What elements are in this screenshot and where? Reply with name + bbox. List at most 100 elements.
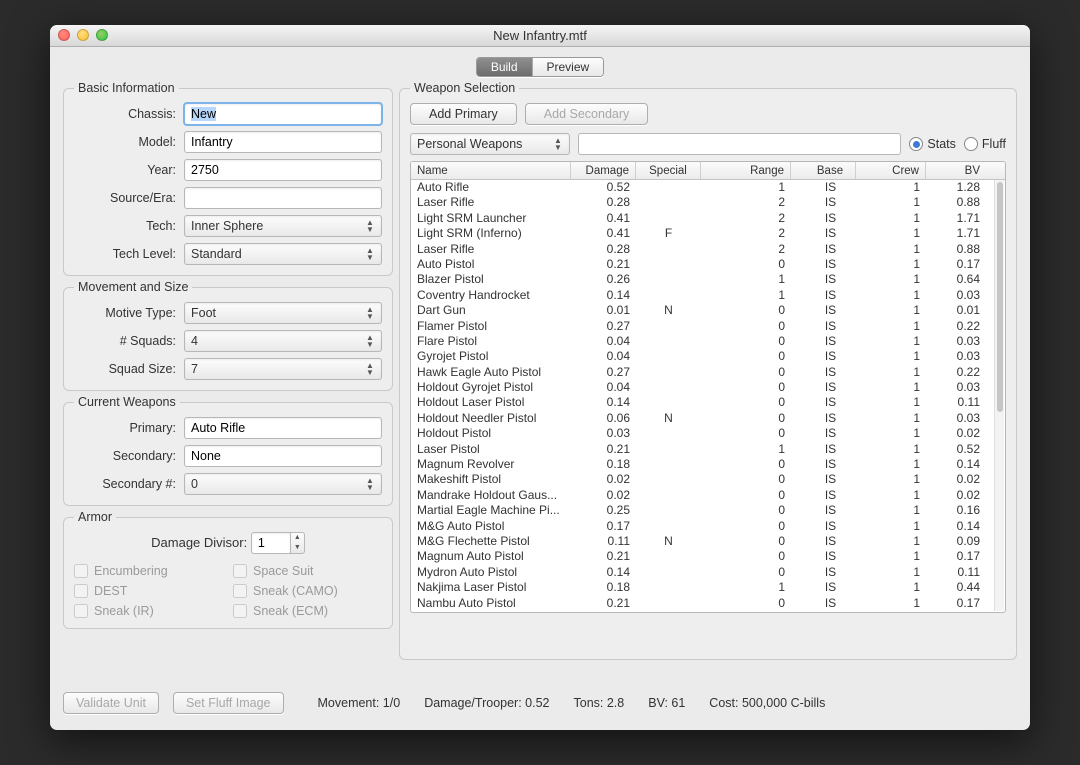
year-input[interactable]	[184, 159, 382, 181]
cb-sneak-ir[interactable]: Sneak (IR)	[74, 604, 223, 618]
chevron-up-icon[interactable]: ▲	[291, 533, 304, 543]
table-row[interactable]: Light SRM (Inferno)0.41F2IS11.71	[411, 226, 993, 241]
stat-cost: Cost: 500,000 C-bills	[709, 696, 825, 710]
table-row[interactable]: Nambu Auto Pistol0.210IS10.17	[411, 596, 993, 611]
divisor-stepper[interactable]: ▲▼	[251, 532, 305, 554]
movement-group: Movement and Size Motive Type:Foot▲▼ # S…	[63, 280, 393, 391]
right-column: Weapon Selection Add Primary Add Seconda…	[399, 81, 1017, 660]
table-row[interactable]: Laser Pistol0.211IS10.52	[411, 442, 993, 457]
tab-preview[interactable]: Preview	[533, 58, 604, 76]
primary-label: Primary:	[74, 421, 184, 435]
scrollbar[interactable]	[994, 180, 1004, 611]
source-input[interactable]	[184, 187, 382, 209]
validate-button[interactable]: Validate Unit	[63, 692, 159, 714]
radio-fluff[interactable]: Fluff	[964, 137, 1006, 151]
minimize-icon[interactable]	[77, 29, 89, 41]
table-row[interactable]: M&G Auto Pistol0.170IS10.14	[411, 519, 993, 534]
stepper-buttons[interactable]: ▲▼	[291, 532, 305, 554]
squadsize-select[interactable]: 7▲▼	[184, 358, 382, 380]
zoom-icon[interactable]	[96, 29, 108, 41]
table-row[interactable]: Laser Rifle0.282IS10.88	[411, 242, 993, 257]
table-row[interactable]: Light SRM Launcher0.412IS11.71	[411, 211, 993, 226]
secondary-input[interactable]	[184, 445, 382, 467]
table-row[interactable]: Auto Rifle0.521IS11.28	[411, 180, 993, 195]
weapon-category-select[interactable]: Personal Weapons▲▼	[410, 133, 570, 155]
chevron-down-icon[interactable]: ▼	[291, 543, 304, 553]
weapon-legend: Weapon Selection	[410, 81, 519, 95]
weapon-search-input[interactable]	[578, 133, 901, 155]
table-row[interactable]: Makeshift Pistol0.020IS10.02	[411, 472, 993, 487]
armor-group: Armor Damage Divisor: ▲▼ Encumbering Spa…	[63, 510, 393, 629]
cb-space-suit[interactable]: Space Suit	[233, 564, 382, 578]
table-row[interactable]: M&G Flechette Pistol0.11N0IS10.09	[411, 534, 993, 549]
table-row[interactable]: Dart Gun0.01N0IS10.01	[411, 303, 993, 318]
motive-label: Motive Type:	[74, 306, 184, 320]
table-row[interactable]: Holdout Pistol0.030IS10.02	[411, 426, 993, 441]
table-row[interactable]: Flare Pistol0.040IS10.03	[411, 334, 993, 349]
radio-stats[interactable]: Stats	[909, 137, 956, 151]
table-row[interactable]: Nakjima Laser Pistol0.181IS10.44	[411, 580, 993, 595]
chevron-updown-icon: ▲▼	[363, 246, 377, 262]
table-row[interactable]: Holdout Needler Pistol0.06N0IS10.03	[411, 411, 993, 426]
table-body[interactable]: Auto Rifle0.521IS11.28Laser Rifle0.282IS…	[411, 180, 993, 612]
add-primary-button[interactable]: Add Primary	[410, 103, 517, 125]
divisor-input[interactable]	[251, 532, 291, 554]
squads-label: # Squads:	[74, 334, 184, 348]
table-row[interactable]: Martial Eagle Machine Pi...0.250IS10.16	[411, 503, 993, 518]
window-title: New Infantry.mtf	[493, 28, 587, 43]
tech-label: Tech:	[74, 219, 184, 233]
model-input[interactable]	[184, 131, 382, 153]
secnum-label: Secondary #:	[74, 477, 184, 491]
cb-sneak-camo[interactable]: Sneak (CAMO)	[233, 584, 382, 598]
techlevel-select[interactable]: Standard▲▼	[184, 243, 382, 265]
col-name[interactable]: Name	[411, 162, 571, 179]
basic-info-legend: Basic Information	[74, 81, 179, 95]
table-row[interactable]: Magnum Auto Pistol0.210IS10.17	[411, 549, 993, 564]
table-row[interactable]: Mandrake Holdout Gaus...0.020IS10.02	[411, 488, 993, 503]
col-bv[interactable]: BV	[926, 162, 986, 179]
table-row[interactable]: Mydron Auto Pistol0.140IS10.11	[411, 565, 993, 580]
col-damage[interactable]: Damage	[571, 162, 636, 179]
chevron-updown-icon: ▲▼	[363, 305, 377, 321]
motive-select[interactable]: Foot▲▼	[184, 302, 382, 324]
stat-tons: Tons: 2.8	[574, 696, 625, 710]
col-special[interactable]: Special	[636, 162, 701, 179]
chevron-updown-icon: ▲▼	[363, 218, 377, 234]
stat-movement: Movement: 1/0	[318, 696, 401, 710]
close-icon[interactable]	[58, 29, 70, 41]
table-row[interactable]: Hawk Eagle Auto Pistol0.270IS10.22	[411, 365, 993, 380]
stat-dpt: Damage/Trooper: 0.52	[424, 696, 549, 710]
cb-dest[interactable]: DEST	[74, 584, 223, 598]
weapon-table: Name Damage Special Range Base Crew BV A…	[410, 161, 1006, 613]
table-row[interactable]: Laser Rifle0.282IS10.88	[411, 195, 993, 210]
table-row[interactable]: Holdout Gyrojet Pistol0.040IS10.03	[411, 380, 993, 395]
cb-sneak-ecm[interactable]: Sneak (ECM)	[233, 604, 382, 618]
col-base[interactable]: Base	[791, 162, 856, 179]
cb-encumbering[interactable]: Encumbering	[74, 564, 223, 578]
current-weapons-group: Current Weapons Primary: Secondary: Seco…	[63, 395, 393, 506]
squads-select[interactable]: 4▲▼	[184, 330, 382, 352]
fluff-image-button[interactable]: Set Fluff Image	[173, 692, 284, 714]
table-row[interactable]: Blazer Pistol0.261IS10.64	[411, 272, 993, 287]
table-row[interactable]: Gyrojet Pistol0.040IS10.03	[411, 349, 993, 364]
table-row[interactable]: Auto Pistol0.210IS10.17	[411, 257, 993, 272]
footer: Validate Unit Set Fluff Image Movement: …	[63, 692, 1017, 714]
secnum-select[interactable]: 0▲▼	[184, 473, 382, 495]
col-range[interactable]: Range	[701, 162, 791, 179]
table-row[interactable]: Flamer Pistol0.270IS10.22	[411, 319, 993, 334]
table-row[interactable]: Holdout Laser Pistol0.140IS10.11	[411, 395, 993, 410]
chassis-input[interactable]	[184, 103, 382, 125]
table-row[interactable]: Magnum Revolver0.180IS10.14	[411, 457, 993, 472]
titlebar: New Infantry.mtf	[50, 25, 1030, 47]
radio-on-icon	[909, 137, 923, 151]
scrollbar-thumb[interactable]	[997, 182, 1003, 412]
col-crew[interactable]: Crew	[856, 162, 926, 179]
table-row[interactable]: Coventry Handrocket0.141IS10.03	[411, 288, 993, 303]
secondary-label: Secondary:	[74, 449, 184, 463]
primary-input[interactable]	[184, 417, 382, 439]
armor-checkboxes: Encumbering Space Suit DEST Sneak (CAMO)…	[74, 564, 382, 618]
add-secondary-button[interactable]: Add Secondary	[525, 103, 648, 125]
segmented-tabs: Build Preview	[476, 57, 604, 77]
tab-build[interactable]: Build	[477, 58, 533, 76]
tech-select[interactable]: Inner Sphere▲▼	[184, 215, 382, 237]
